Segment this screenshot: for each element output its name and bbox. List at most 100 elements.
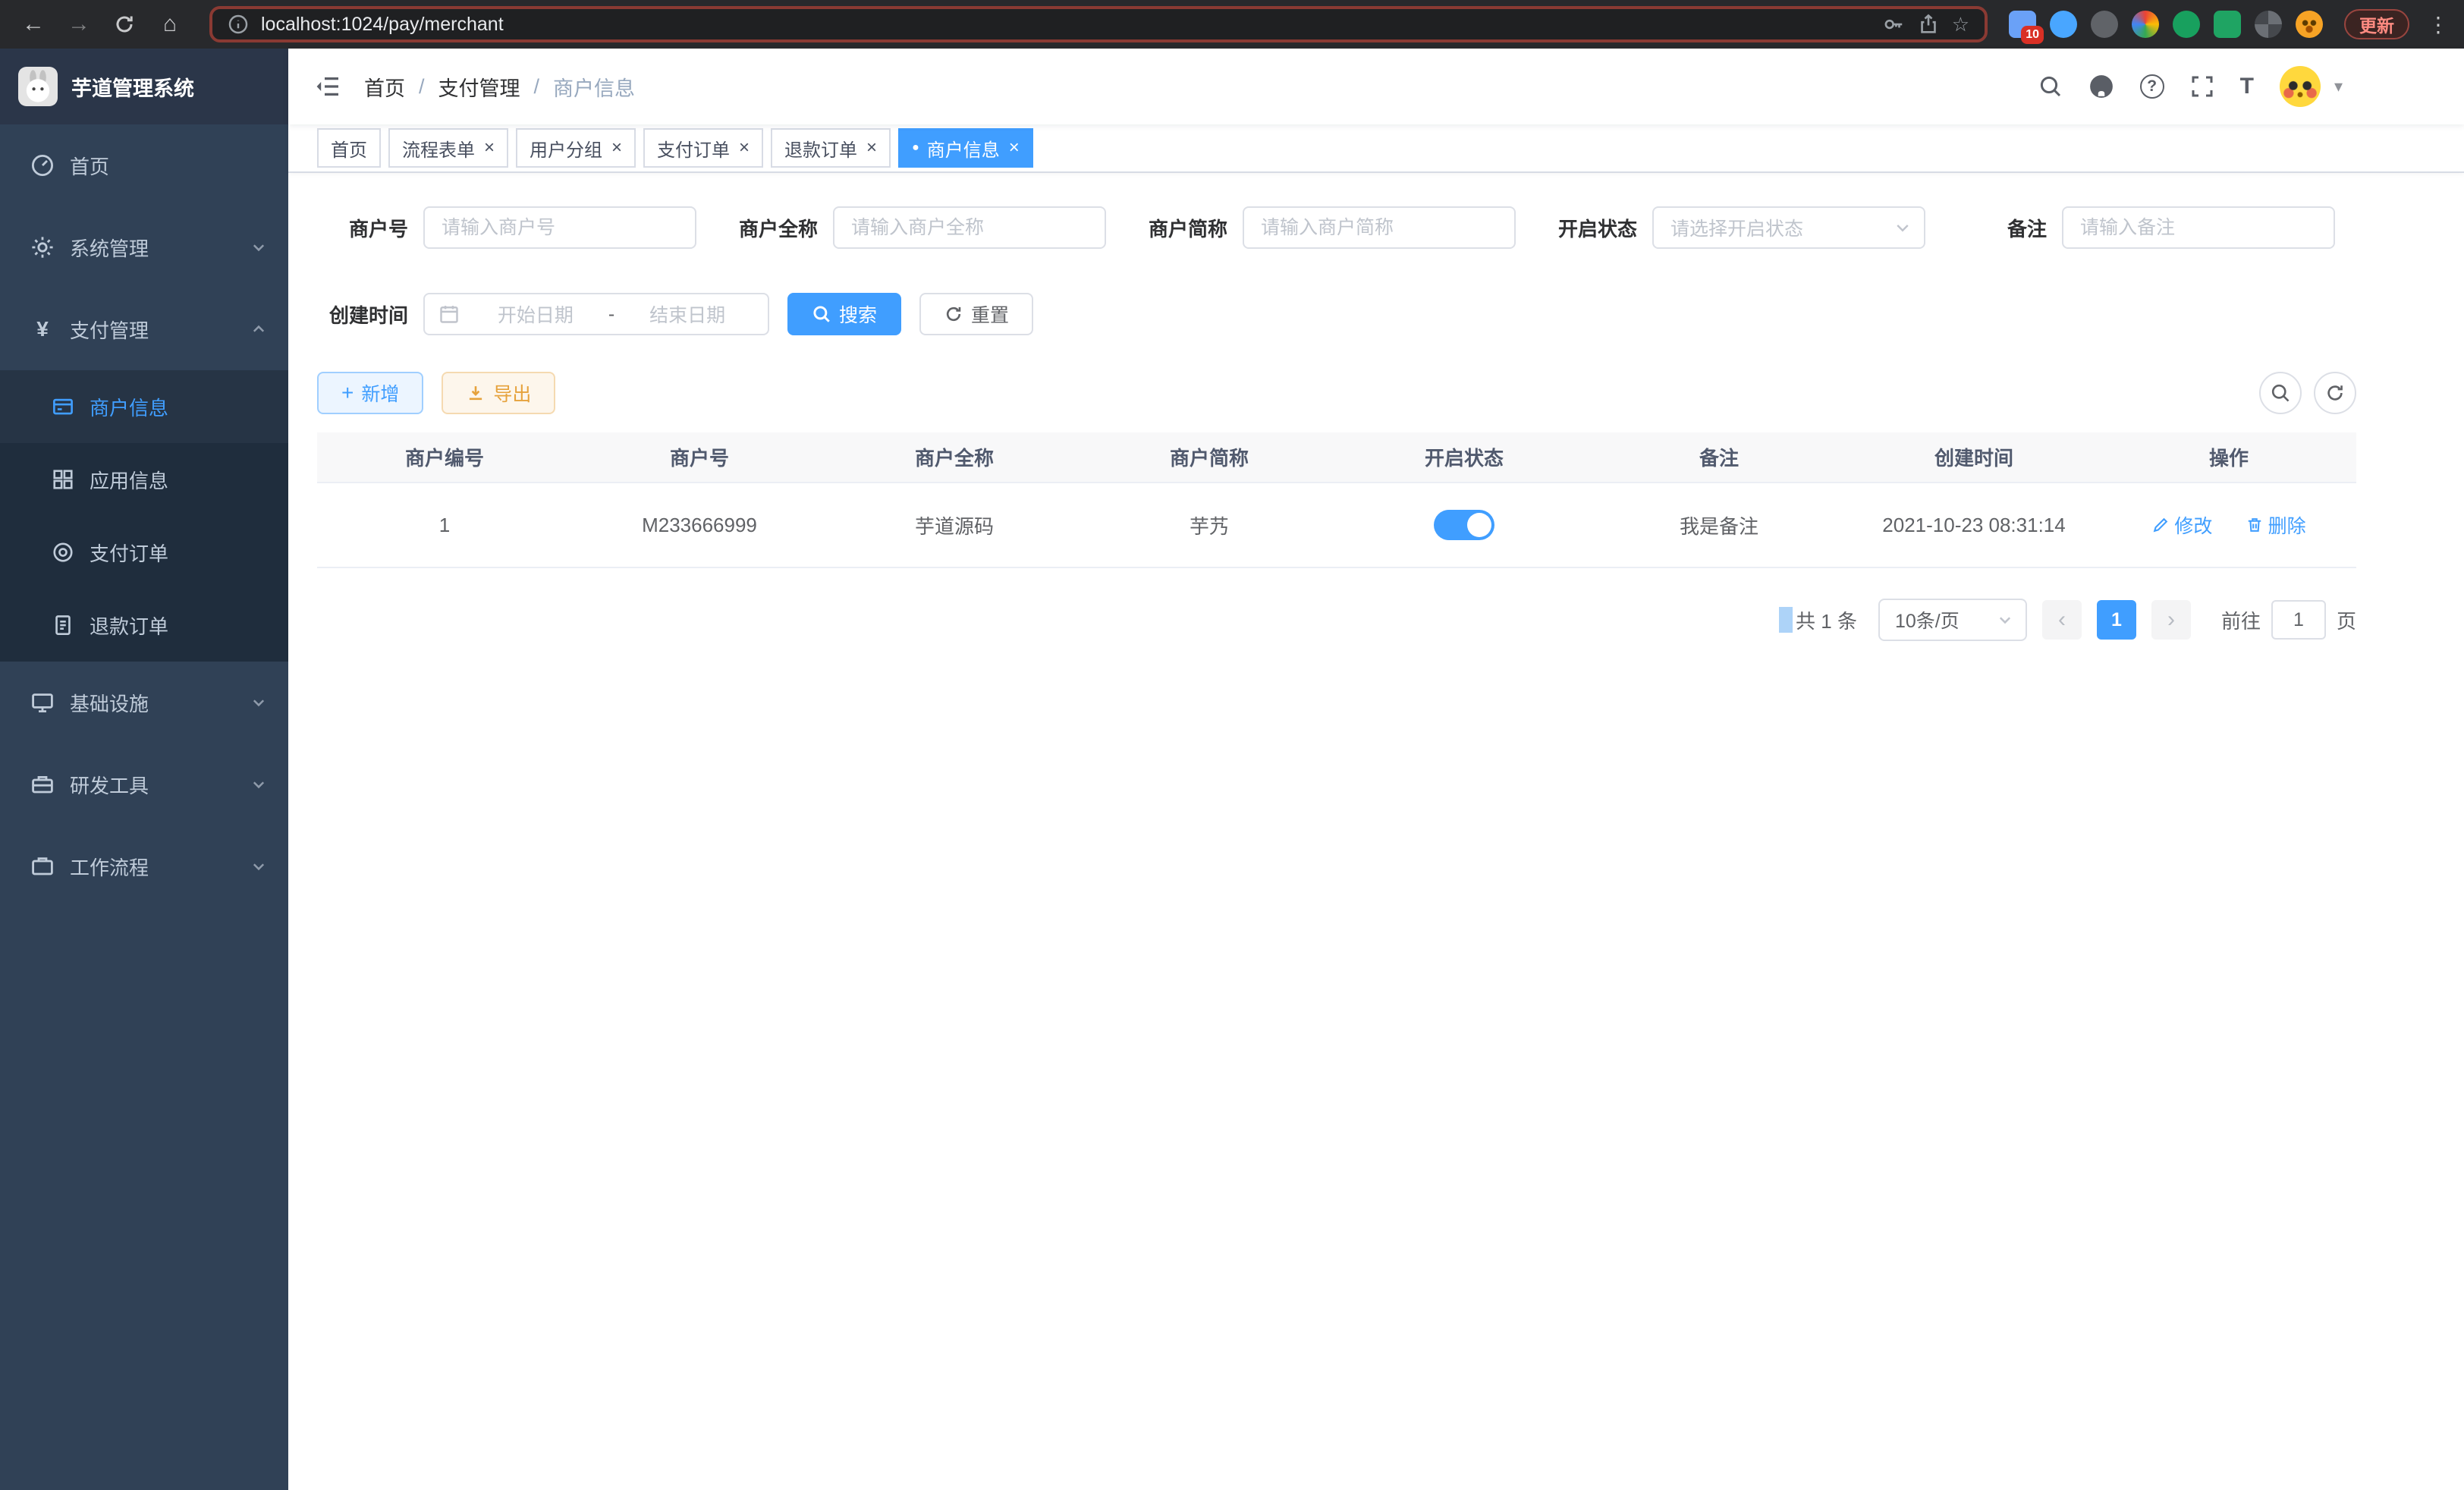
date-range-picker[interactable]: 开始日期 - 结束日期 xyxy=(423,293,769,335)
tab-pay-orders[interactable]: 支付订单 × xyxy=(643,128,763,168)
password-key-icon[interactable] xyxy=(1882,13,1905,36)
sidebar-item-merchant-info[interactable]: 商户信息 xyxy=(0,370,288,443)
full-name-input[interactable] xyxy=(833,206,1106,249)
fullscreen-icon[interactable] xyxy=(2190,74,2214,99)
address-bar[interactable]: localhost:1024/pay/merchant ☆ xyxy=(209,6,1988,42)
tab-process-form[interactable]: 流程表单 × xyxy=(388,128,508,168)
forward-icon[interactable]: → xyxy=(61,6,97,42)
search-button[interactable]: 搜索 xyxy=(787,293,901,335)
user-avatar[interactable] xyxy=(2280,66,2321,107)
extension-icon-gray[interactable] xyxy=(2091,11,2118,38)
close-icon[interactable]: × xyxy=(1009,137,1020,159)
next-page-button[interactable]: › xyxy=(2151,600,2191,640)
page-content: 商户号 商户全称 商户简称 开启状态 请选择开启状态 xyxy=(288,173,2464,1490)
extension-icon-multicolor[interactable] xyxy=(2132,11,2159,38)
tab-label: 流程表单 xyxy=(402,135,475,162)
chevron-down-icon xyxy=(250,776,267,793)
page-size-select[interactable]: 10条/页 xyxy=(1878,599,2027,641)
cell-full-name: 芋道源码 xyxy=(827,483,1082,567)
reload-icon[interactable] xyxy=(106,6,143,42)
chevron-up-icon xyxy=(250,321,267,338)
chevron-down-icon xyxy=(250,239,267,256)
hamburger-icon[interactable] xyxy=(314,73,341,100)
status-select[interactable]: 请选择开启状态 xyxy=(1652,206,1925,249)
tab-label: 退款订单 xyxy=(784,135,857,162)
sidebar-item-pay-orders[interactable]: 支付订单 xyxy=(0,516,288,589)
filter-merchant-no: 商户号 xyxy=(317,206,696,249)
close-icon[interactable]: × xyxy=(484,137,495,159)
sidebar-item-dev-tools[interactable]: 研发工具 xyxy=(0,743,288,825)
extension-icon-green-circle[interactable] xyxy=(2173,11,2200,38)
chevron-down-icon xyxy=(250,858,267,875)
document-icon xyxy=(52,614,74,637)
sidebar-item-app-info[interactable]: 应用信息 xyxy=(0,443,288,516)
help-icon[interactable]: ? xyxy=(2140,74,2164,99)
breadcrumb-payment[interactable]: 支付管理 xyxy=(438,72,520,102)
short-name-input[interactable] xyxy=(1243,206,1516,249)
tab-label: 支付订单 xyxy=(657,135,730,162)
table-row: 1 M233666999 芋道源码 芋艿 我是备注 2021-10-23 08:… xyxy=(317,483,2356,567)
sidebar-item-label: 退款订单 xyxy=(90,611,168,640)
close-icon[interactable]: × xyxy=(611,137,622,159)
extension-icon-pinwheel[interactable] xyxy=(2255,11,2282,38)
col-header: 商户号 xyxy=(572,432,827,483)
filter-label: 备注 xyxy=(1956,214,2047,242)
github-icon[interactable] xyxy=(2088,74,2114,99)
extension-icon-blue[interactable] xyxy=(2050,11,2077,38)
edit-link[interactable]: 修改 xyxy=(2151,511,2212,539)
export-button[interactable]: 导出 xyxy=(442,372,555,414)
close-icon[interactable]: × xyxy=(866,137,877,159)
sidebar: 芋道管理系统 首页 系统管理 ¥ 支付管理 商户信息 xyxy=(0,49,288,1490)
merchant-table: 商户编号 商户号 商户全称 商户简称 开启状态 备注 创建时间 操作 1 xyxy=(317,432,2356,568)
sidebar-item-payment[interactable]: ¥ 支付管理 xyxy=(0,288,288,370)
tab-home[interactable]: 首页 xyxy=(317,128,381,168)
avatar-caret-icon[interactable]: ▾ xyxy=(2334,77,2343,96)
chrome-update-button[interactable]: 更新 xyxy=(2344,9,2409,39)
add-button[interactable]: + 新增 xyxy=(317,372,423,414)
back-icon[interactable]: ← xyxy=(15,6,52,42)
pencil-icon xyxy=(2151,516,2170,534)
briefcase-icon xyxy=(30,854,55,879)
prev-page-button[interactable]: ‹ xyxy=(2042,600,2082,640)
filter-create-time: 创建时间 开始日期 - 结束日期 xyxy=(317,293,769,335)
sidebar-item-refund-orders[interactable]: 退款订单 xyxy=(0,589,288,662)
remark-input[interactable] xyxy=(2062,206,2335,249)
app-logo[interactable]: 芋道管理系统 xyxy=(0,49,288,124)
text-selection-highlight xyxy=(1779,607,1793,633)
tab-merchant-info[interactable]: ● 商户信息 × xyxy=(898,128,1033,168)
yen-icon: ¥ xyxy=(30,317,55,341)
delete-link[interactable]: 删除 xyxy=(2246,511,2306,539)
filter-short-name: 商户简称 xyxy=(1136,206,1516,249)
sidebar-item-workflow[interactable]: 工作流程 xyxy=(0,825,288,907)
share-icon[interactable] xyxy=(1917,13,1940,36)
page-number-button[interactable]: 1 xyxy=(2097,600,2136,640)
goto-page-input[interactable] xyxy=(2271,600,2326,640)
table-toolbar: + 新增 导出 xyxy=(317,372,2356,414)
refresh-table-button[interactable] xyxy=(2314,372,2356,414)
date-separator: - xyxy=(608,303,614,325)
sidebar-item-infrastructure[interactable]: 基础设施 xyxy=(0,662,288,743)
browser-chrome: ← → ⌂ localhost:1024/pay/merchant ☆ 10 xyxy=(0,0,2464,49)
home-icon[interactable]: ⌂ xyxy=(152,6,188,42)
cell-merchant-no: M233666999 xyxy=(572,483,827,567)
sidebar-item-home[interactable]: 首页 xyxy=(0,124,288,206)
reset-button[interactable]: 重置 xyxy=(919,293,1033,335)
show-search-toggle-button[interactable] xyxy=(2259,372,2302,414)
status-toggle[interactable] xyxy=(1434,510,1494,540)
profile-avatar-icon[interactable] xyxy=(2296,11,2323,38)
merchant-no-input[interactable] xyxy=(423,206,696,249)
bookmark-star-icon[interactable]: ☆ xyxy=(1952,13,1969,36)
tab-refund-orders[interactable]: 退款订单 × xyxy=(771,128,891,168)
date-end-placeholder: 结束日期 xyxy=(621,300,754,328)
browser-menu-icon[interactable]: ⋮ xyxy=(2428,12,2449,37)
extension-icon-green-square[interactable] xyxy=(2214,11,2241,38)
search-icon[interactable] xyxy=(2038,74,2063,99)
tab-user-group[interactable]: 用户分组 × xyxy=(516,128,636,168)
close-icon[interactable]: × xyxy=(739,137,750,159)
sidebar-item-label: 支付订单 xyxy=(90,539,168,567)
font-size-icon[interactable]: T xyxy=(2240,74,2254,99)
sidebar-item-system[interactable]: 系统管理 xyxy=(0,206,288,288)
breadcrumb-home[interactable]: 首页 xyxy=(364,72,405,102)
site-info-icon[interactable] xyxy=(228,14,249,35)
extension-icon-grid[interactable]: 10 xyxy=(2009,11,2036,38)
